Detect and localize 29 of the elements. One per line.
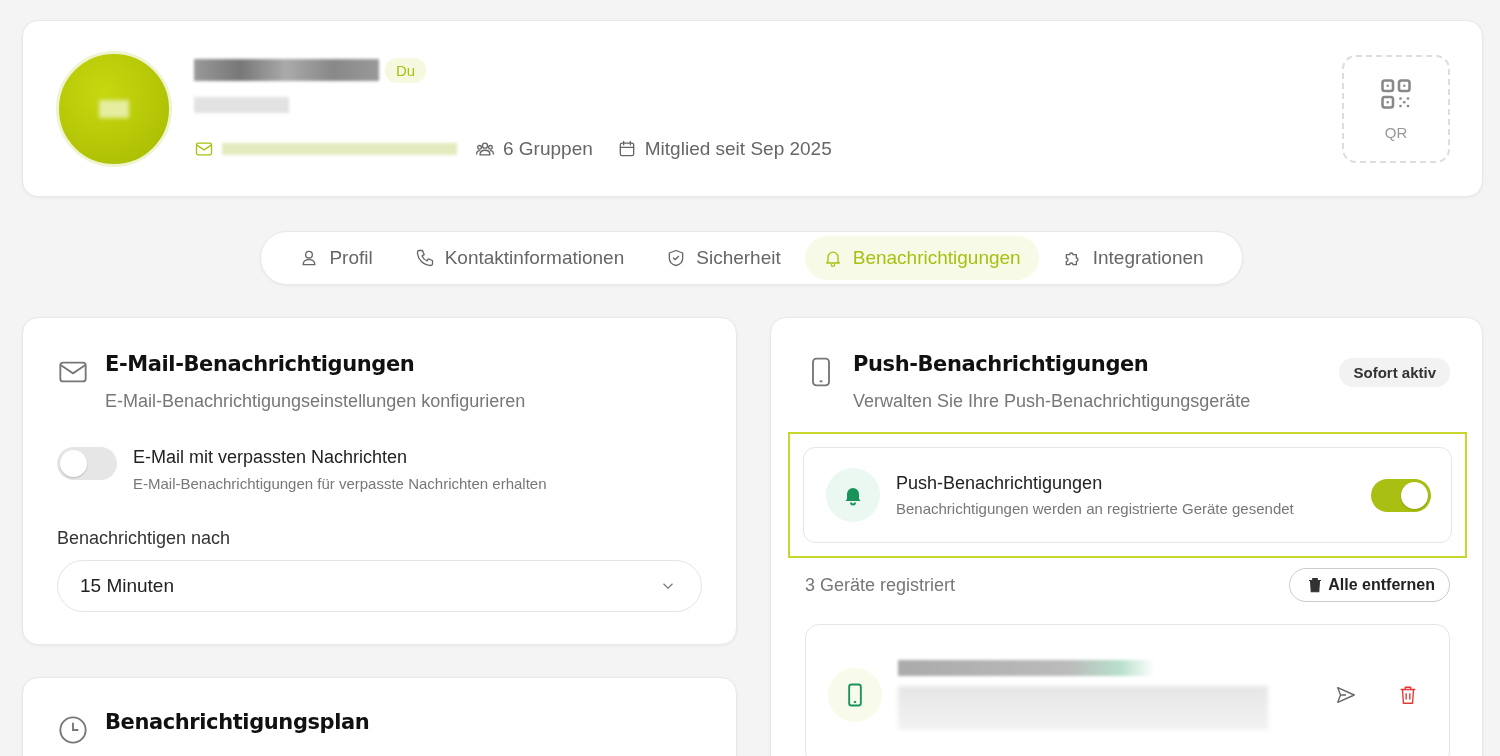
toggle-switch[interactable] xyxy=(1371,478,1431,512)
you-badge: Du xyxy=(385,57,427,83)
toggle-switch[interactable] xyxy=(57,447,117,480)
clock-icon xyxy=(57,714,89,746)
qr-code-icon xyxy=(1378,76,1414,112)
redacted-initials xyxy=(99,99,129,118)
groups-count: 6 Gruppen xyxy=(503,137,593,160)
toggle-description: E-Mail-Benachrichtigungen für verpasste Nachrichten erhalten xyxy=(133,475,547,492)
send-icon[interactable] xyxy=(1335,684,1357,706)
toggle-label: E-Mail mit verpassten Nachrichten xyxy=(133,447,409,468)
phone-icon xyxy=(414,248,435,268)
device-count: 3 Geräte registriert xyxy=(805,574,956,596)
settings-tab[interactable]: Profil xyxy=(281,236,391,280)
section-subtitle: Verwalten Sie Ihre Push-Benachrichtigungsgeräte xyxy=(853,391,1252,412)
section-title: Benachrichtigungsplan xyxy=(105,710,370,734)
section-subtitle: E-Mail-Benachrichtigungseinstellungen konfigurieren xyxy=(105,391,526,412)
section-title: Push-Benachrichtigungen xyxy=(853,352,1150,376)
toggle-label: Push-Benachrichtigungen xyxy=(896,473,1104,494)
bell-icon xyxy=(826,468,880,522)
member-since: Mitglied seit Sep 2025 xyxy=(644,137,832,160)
settings-tab[interactable]: Kontaktinformationen xyxy=(396,236,643,280)
remove-all-button[interactable]: Alle entfernen xyxy=(1289,568,1450,602)
settings-tab[interactable]: Sicherheit xyxy=(648,236,799,280)
toggle-description: Benachrichtigungen werden an registrierte Geräte gesendet xyxy=(896,500,1295,517)
smartphone-icon xyxy=(828,668,882,722)
status-badge: Sofort aktiv xyxy=(1339,358,1450,387)
settings-tab[interactable]: Integrationen xyxy=(1044,236,1222,280)
section-title: E-Mail-Benachrichtigungen xyxy=(105,352,416,376)
field-label: Benachrichtigen nach xyxy=(57,528,232,549)
